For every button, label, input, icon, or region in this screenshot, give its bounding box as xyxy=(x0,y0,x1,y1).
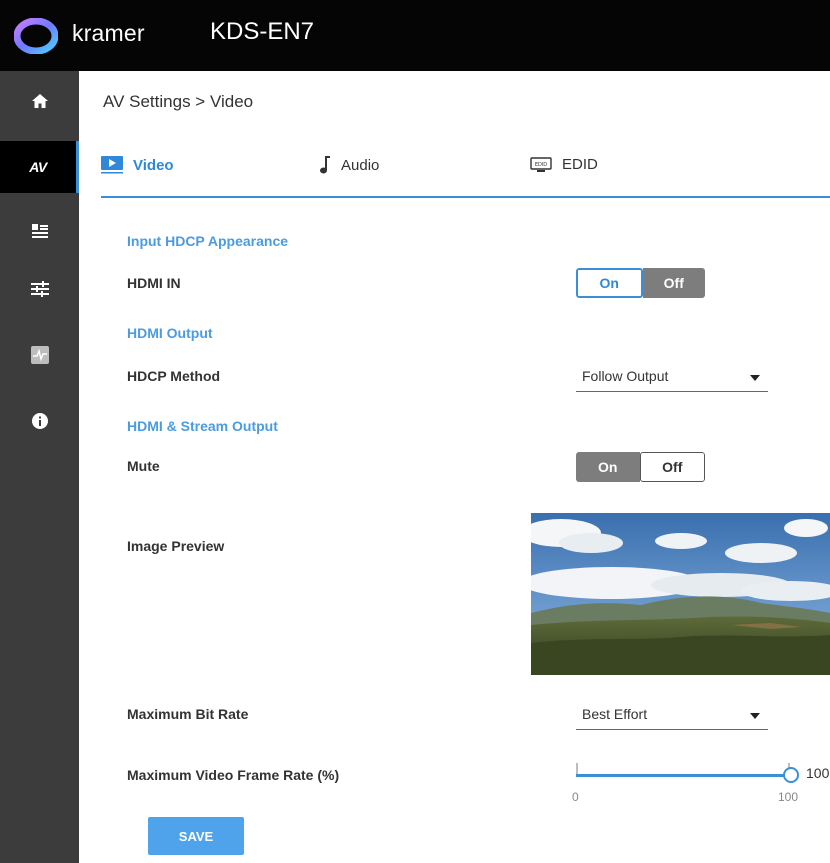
tab-audio[interactable]: Audio xyxy=(319,156,379,174)
breadcrumb: AV Settings > Video xyxy=(103,92,254,111)
mute-toggle[interactable]: On Off xyxy=(576,452,705,482)
chevron-down-icon xyxy=(750,713,760,719)
max-bitrate-value: Best Effort xyxy=(582,706,648,722)
slider-thumb[interactable] xyxy=(783,767,799,783)
mute-on-option[interactable]: On xyxy=(576,452,640,482)
hdcp-method-label: HDCP Method xyxy=(127,368,221,384)
slider-track[interactable] xyxy=(576,774,790,777)
save-button[interactable]: SAVE xyxy=(148,817,244,855)
framerate-min-label: 0 xyxy=(572,790,579,804)
edid-monitor-icon: EDID xyxy=(530,156,552,173)
svg-text:EDID: EDID xyxy=(535,162,547,168)
sidebar-item-device-settings[interactable] xyxy=(0,205,79,257)
tab-video-label: Video xyxy=(133,156,174,174)
tab-bar: Video Audio EDID EDID xyxy=(101,140,830,198)
tab-edid-label: EDID xyxy=(562,156,598,173)
sliders-icon xyxy=(30,281,49,297)
tab-audio-label: Audio xyxy=(341,156,380,174)
diagnostics-icon xyxy=(30,346,49,364)
device-settings-icon xyxy=(31,224,48,238)
video-play-icon xyxy=(101,156,123,174)
kramer-logo-icon xyxy=(14,18,58,54)
max-framerate-label: Maximum Video Frame Rate (%) xyxy=(127,767,340,783)
hdcp-method-value: Follow Output xyxy=(582,368,669,384)
sidebar-item-av[interactable]: AV xyxy=(0,141,79,193)
hdmi-in-on-option[interactable]: On xyxy=(576,268,643,298)
section-input-hdcp-title: Input HDCP Appearance xyxy=(127,233,289,249)
mute-label: Mute xyxy=(127,458,160,474)
sidebar-item-diagnostics[interactable] xyxy=(0,329,79,381)
framerate-max-label: 100 xyxy=(778,790,799,804)
sidebar-item-info[interactable] xyxy=(0,395,79,447)
framerate-value: 100 xyxy=(806,765,830,781)
music-note-icon xyxy=(319,156,331,174)
mute-off-option[interactable]: Off xyxy=(639,452,705,482)
max-bitrate-label: Maximum Bit Rate xyxy=(127,706,249,722)
image-preview-label: Image Preview xyxy=(127,538,225,554)
top-bar: kramer KDS-EN7 xyxy=(0,0,830,71)
sidebar: AV xyxy=(0,71,79,863)
hdcp-method-select[interactable]: Follow Output xyxy=(576,366,768,392)
hdmi-in-label: HDMI IN xyxy=(127,275,181,291)
sidebar-item-controls[interactable] xyxy=(0,263,79,315)
info-icon xyxy=(31,413,48,429)
section-hdmi-output-title: HDMI Output xyxy=(127,325,213,341)
section-stream-output-title: HDMI & Stream Output xyxy=(127,418,278,434)
sidebar-item-av-label: AV xyxy=(29,159,47,175)
home-icon xyxy=(31,94,48,108)
device-model: KDS-EN7 xyxy=(210,18,315,45)
chevron-down-icon xyxy=(750,375,760,381)
sidebar-item-home[interactable] xyxy=(0,75,79,127)
tab-video[interactable]: Video xyxy=(101,156,174,174)
max-bitrate-select[interactable]: Best Effort xyxy=(576,704,768,730)
hdmi-in-off-option[interactable]: Off xyxy=(642,268,705,298)
brand-name: kramer xyxy=(72,20,145,46)
hdmi-in-toggle[interactable]: On Off xyxy=(576,268,705,298)
tab-edid[interactable]: EDID EDID xyxy=(530,156,598,173)
image-preview xyxy=(531,513,830,675)
